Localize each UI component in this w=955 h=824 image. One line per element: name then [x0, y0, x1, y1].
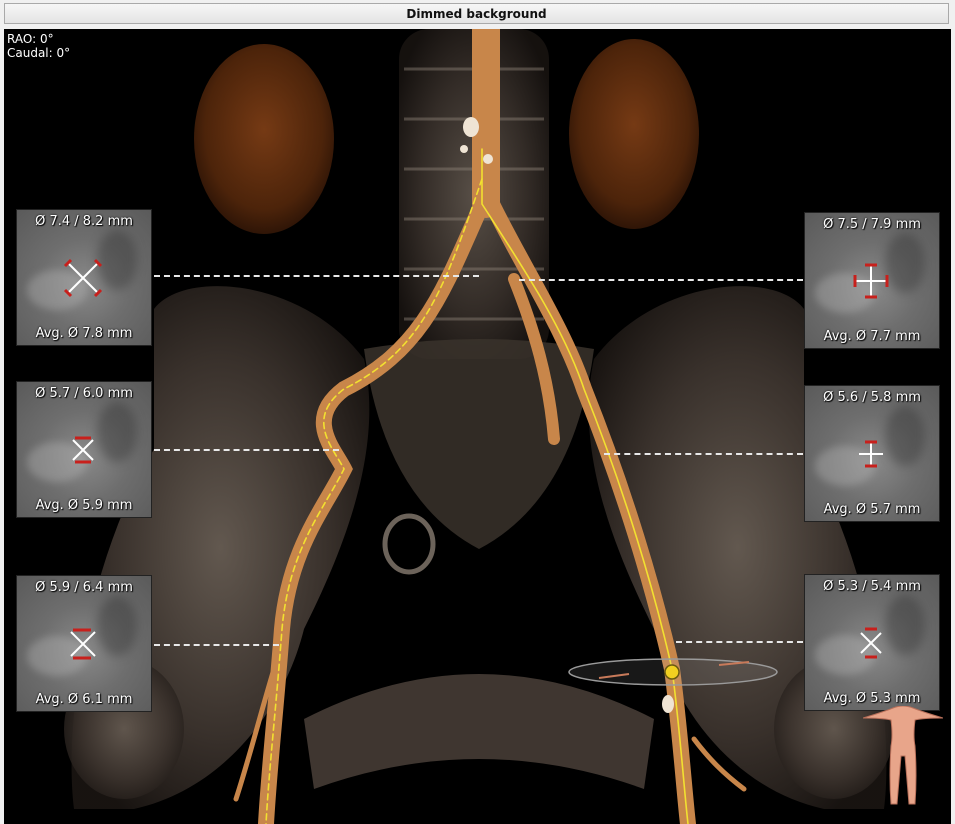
- diameter-min-max: Ø 5.9 / 6.4 mm: [35, 580, 133, 595]
- diameter-average: Avg. Ø 5.3 mm: [823, 691, 921, 706]
- vessel-cross-section-icon: [859, 440, 883, 468]
- diameter-average: Avg. Ø 7.8 mm: [35, 326, 133, 341]
- leader-line-left-3: [154, 644, 279, 646]
- caudal-angle: Caudal: 0°: [7, 46, 71, 60]
- cross-section-panel-right-3[interactable]: Ø 5.3 / 5.4 mm Avg. Ø 5.3 mm: [804, 574, 940, 711]
- cross-section-panel-left-1[interactable]: Ø 7.4 / 8.2 mm Avg. Ø 7.8 mm: [16, 209, 152, 346]
- cross-section-panel-right-2[interactable]: Ø 5.6 / 5.8 mm Avg. Ø 5.7 mm: [804, 385, 940, 522]
- orientation-figure-icon[interactable]: [863, 706, 943, 806]
- diameter-average: Avg. Ø 6.1 mm: [35, 692, 133, 707]
- diameter-min-max: Ø 5.6 / 5.8 mm: [823, 390, 921, 405]
- vessel-cross-section-icon: [70, 628, 96, 660]
- window-title: Dimmed background: [406, 6, 547, 21]
- rao-angle: RAO: 0°: [7, 32, 54, 46]
- diameter-average: Avg. Ø 7.7 mm: [823, 329, 921, 344]
- pubic-arch: [304, 674, 654, 789]
- vessel-cross-section-icon: [860, 627, 882, 659]
- diameter-min-max: Ø 5.7 / 6.0 mm: [35, 386, 133, 401]
- cross-section-panel-left-3[interactable]: Ø 5.9 / 6.4 mm Avg. Ø 6.1 mm: [16, 575, 152, 712]
- vessel-cross-section-icon: [63, 258, 103, 298]
- 3d-volume-viewport[interactable]: RAO: 0° Caudal: 0° Ø 7.4 / 8.2 mm Avg. Ø…: [4, 29, 951, 824]
- vessel-cross-section-icon: [853, 263, 889, 299]
- diameter-average: Avg. Ø 5.9 mm: [35, 498, 133, 513]
- diameter-min-max: Ø 7.5 / 7.9 mm: [823, 217, 921, 232]
- left-kidney: [194, 44, 334, 234]
- cross-section-panel-left-2[interactable]: Ø 5.7 / 6.0 mm Avg. Ø 5.9 mm: [16, 381, 152, 518]
- cross-section-handle: [664, 664, 680, 680]
- diameter-min-max: Ø 7.4 / 8.2 mm: [35, 214, 133, 229]
- leader-line-right-1: [519, 279, 803, 281]
- diameter-min-max: Ø 5.3 / 5.4 mm: [823, 579, 921, 594]
- right-kidney: [569, 39, 699, 229]
- ring-artifact: [382, 513, 436, 575]
- diameter-average: Avg. Ø 5.7 mm: [823, 502, 921, 517]
- projection-angles: RAO: 0° Caudal: 0°: [7, 32, 70, 60]
- leader-line-left-1: [154, 275, 479, 277]
- leader-line-right-3: [676, 641, 803, 643]
- window-title-bar: Dimmed background: [4, 3, 949, 24]
- leader-line-right-2: [604, 453, 803, 455]
- cross-section-panel-right-1[interactable]: Ø 7.5 / 7.9 mm Avg. Ø 7.7 mm: [804, 212, 940, 349]
- leader-line-left-2: [154, 449, 339, 451]
- vessel-cross-section-icon: [72, 436, 94, 464]
